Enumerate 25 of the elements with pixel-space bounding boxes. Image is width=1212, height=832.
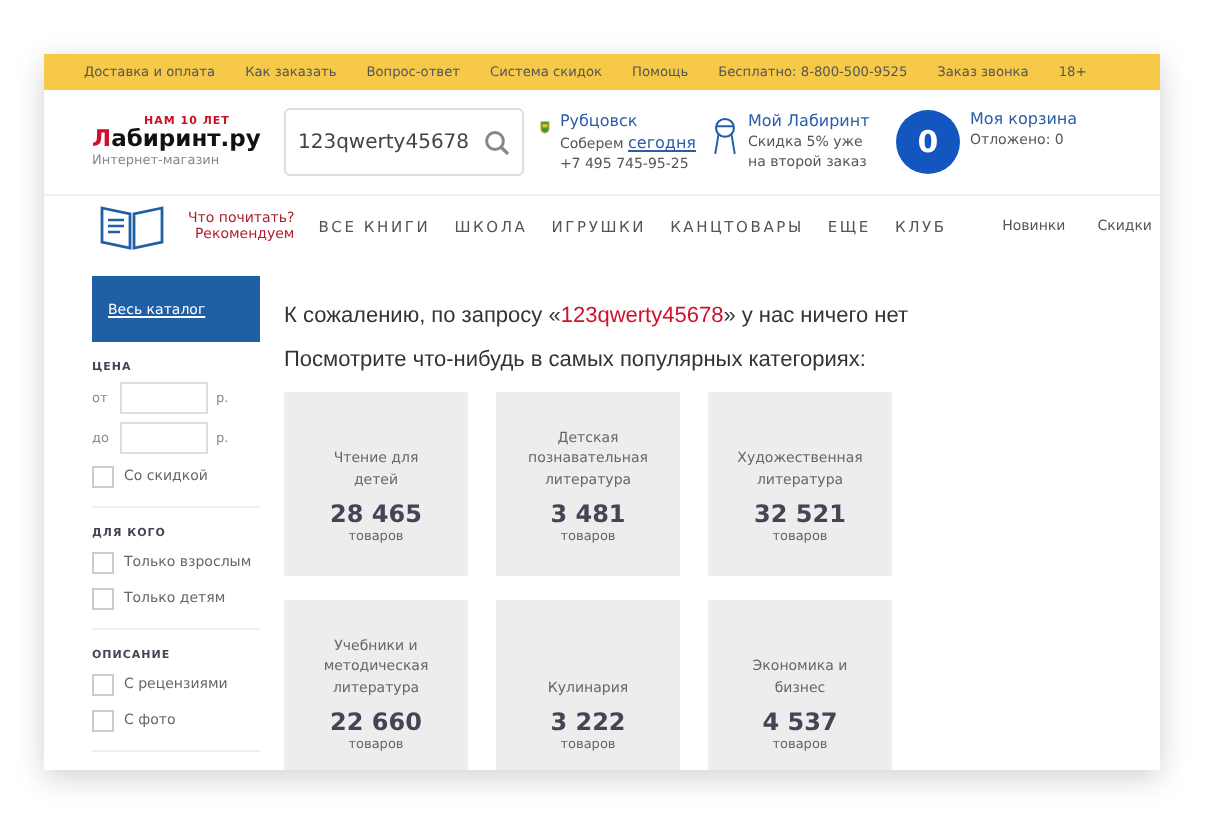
checkbox[interactable] xyxy=(92,587,114,609)
cart-link[interactable]: Моя корзина xyxy=(970,110,1078,128)
checkbox[interactable] xyxy=(92,673,114,695)
product-count: 32 521 xyxy=(754,500,846,528)
product-count: 22 660 xyxy=(330,708,422,736)
checkbox[interactable] xyxy=(92,709,114,731)
price-from-field[interactable] xyxy=(120,382,208,414)
product-count: 3 481 xyxy=(550,500,626,528)
search-icon[interactable] xyxy=(484,129,510,155)
logo[interactable]: Лабиринт.ру xyxy=(92,128,268,152)
product-count: 3 222 xyxy=(550,708,626,736)
open-book-icon[interactable] xyxy=(100,202,164,250)
city-link[interactable]: Рубцовск xyxy=(559,112,696,130)
product-count: 4 537 xyxy=(762,708,838,736)
pickup-link[interactable]: сегодня xyxy=(628,134,696,152)
price-to-field[interactable] xyxy=(120,422,208,454)
search-field[interactable]: 123qwerty45678 xyxy=(284,108,524,176)
cart-count-badge[interactable]: 0 xyxy=(896,110,960,174)
checkbox[interactable] xyxy=(92,551,114,573)
checkbox[interactable] xyxy=(92,465,114,487)
no-results-message: К сожалению, по запросу «123qwerty45678» у нас ничего нет xyxy=(284,304,911,328)
product-count: 28 465 xyxy=(330,500,422,528)
search-value: 123qwerty45678 xyxy=(298,131,472,153)
suggestion-heading: Посмотрите что-нибудь в самых популярных категориях: xyxy=(284,348,868,372)
account-link[interactable]: Мой Лабиринт xyxy=(748,111,880,130)
